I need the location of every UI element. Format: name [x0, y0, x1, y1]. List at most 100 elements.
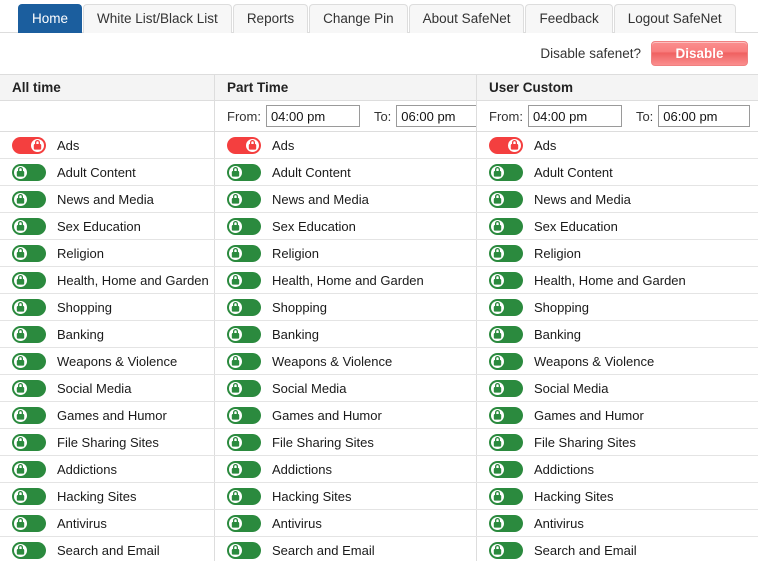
toggle-sex-education-col3[interactable] — [489, 217, 523, 235]
toggle-banking-col1[interactable] — [12, 325, 46, 343]
toggle-social-media-col1[interactable] — [12, 379, 46, 397]
toggle-hacking-sites-col1[interactable] — [12, 487, 46, 505]
category-cell: Health, Home and Garden — [215, 267, 477, 293]
lock-closed-icon — [13, 326, 28, 342]
category-cell: Antivirus — [215, 510, 477, 536]
toggle-health-home-and-garden-col3[interactable] — [489, 271, 523, 289]
category-cell: Games and Humor — [215, 402, 477, 428]
lock-closed-icon — [490, 191, 505, 207]
category-label: Adult Content — [534, 164, 613, 180]
toggle-health-home-and-garden-col2[interactable] — [227, 271, 261, 289]
lock-closed-icon — [490, 515, 505, 531]
category-label: Addictions — [272, 461, 332, 477]
category-label: Search and Email — [272, 542, 375, 558]
tab-change-pin[interactable]: Change Pin — [309, 4, 408, 33]
category-cell: Health, Home and Garden — [0, 267, 215, 293]
toggle-weapons-violence-col2[interactable] — [227, 352, 261, 370]
category-label: Games and Humor — [272, 407, 382, 423]
toggle-news-and-media-col2[interactable] — [227, 190, 261, 208]
tab-home[interactable]: Home — [18, 4, 83, 33]
category-cell: Social Media — [477, 375, 758, 401]
toggle-religion-col3[interactable] — [489, 244, 523, 262]
toggle-shopping-col1[interactable] — [12, 298, 46, 316]
table-row: Banking Banking Banking — [0, 321, 758, 348]
toggle-file-sharing-sites-col1[interactable] — [12, 433, 46, 451]
category-cell: News and Media — [215, 186, 477, 212]
toggle-addictions-col1[interactable] — [12, 460, 46, 478]
table-row: Addictions Addictions Addictions — [0, 456, 758, 483]
toggle-religion-col2[interactable] — [227, 244, 261, 262]
toggle-weapons-violence-col3[interactable] — [489, 352, 523, 370]
toggle-search-and-email-col3[interactable] — [489, 541, 523, 559]
lock-closed-icon — [490, 299, 505, 315]
lock-closed-icon — [490, 164, 505, 180]
toggle-hacking-sites-col3[interactable] — [489, 487, 523, 505]
toggle-addictions-col3[interactable] — [489, 460, 523, 478]
toggle-antivirus-col1[interactable] — [12, 514, 46, 532]
table-row: Hacking Sites Hacking Sites Hacking Sites — [0, 483, 758, 510]
column-header-2: Part Time — [215, 75, 477, 100]
tab-white-list-black-list[interactable]: White List/Black List — [83, 4, 232, 33]
category-label: Religion — [272, 245, 319, 261]
toggle-ads-col3[interactable] — [489, 136, 523, 154]
category-cell: File Sharing Sites — [0, 429, 215, 455]
category-cell: Adult Content — [477, 159, 758, 185]
toggle-weapons-violence-col1[interactable] — [12, 352, 46, 370]
toggle-search-and-email-col2[interactable] — [227, 541, 261, 559]
lock-closed-icon — [228, 515, 243, 531]
tab-logout-safenet[interactable]: Logout SafeNet — [613, 4, 736, 33]
disable-button[interactable]: Disable — [651, 41, 748, 66]
from-time-input-3[interactable] — [527, 105, 622, 127]
toggle-games-and-humor-col3[interactable] — [489, 406, 523, 424]
time-range-row: From: To: From: To: — [0, 101, 758, 132]
lock-closed-icon — [490, 488, 505, 504]
toggle-file-sharing-sites-col3[interactable] — [489, 433, 523, 451]
toggle-antivirus-col3[interactable] — [489, 514, 523, 532]
toggle-games-and-humor-col1[interactable] — [12, 406, 46, 424]
toggle-adult-content-col1[interactable] — [12, 163, 46, 181]
toggle-banking-col3[interactable] — [489, 325, 523, 343]
tab-reports[interactable]: Reports — [232, 4, 309, 33]
to-time-input-3[interactable] — [658, 105, 751, 127]
to-time-input-2[interactable] — [396, 105, 476, 127]
category-label: Weapons & Violence — [57, 353, 178, 369]
toggle-social-media-col2[interactable] — [227, 379, 261, 397]
toggle-adult-content-col3[interactable] — [489, 163, 523, 181]
category-grid: All timePart TimeUser CustomFrom:To:From… — [0, 74, 758, 561]
category-label: Shopping — [57, 299, 112, 315]
category-cell: Weapons & Violence — [215, 348, 477, 374]
category-label: File Sharing Sites — [272, 434, 374, 450]
to-label-2: To: — [373, 108, 392, 124]
toggle-search-and-email-col1[interactable] — [12, 541, 46, 559]
category-cell: Antivirus — [0, 510, 215, 536]
toggle-hacking-sites-col2[interactable] — [227, 487, 261, 505]
lock-closed-icon — [13, 191, 28, 207]
toggle-news-and-media-col3[interactable] — [489, 190, 523, 208]
toggle-religion-col1[interactable] — [12, 244, 46, 262]
category-label: Social Media — [534, 380, 609, 396]
toggle-social-media-col3[interactable] — [489, 379, 523, 397]
from-time-input-2[interactable] — [265, 105, 360, 127]
toggle-ads-col2[interactable] — [227, 136, 261, 154]
toggle-shopping-col2[interactable] — [227, 298, 261, 316]
tab-feedback[interactable]: Feedback — [525, 4, 613, 33]
category-cell: Games and Humor — [0, 402, 215, 428]
lock-closed-icon — [13, 245, 28, 261]
toggle-health-home-and-garden-col1[interactable] — [12, 271, 46, 289]
toggle-sex-education-col2[interactable] — [227, 217, 261, 235]
toggle-shopping-col3[interactable] — [489, 298, 523, 316]
disable-safenet-bar: Disable safenet? Disable — [0, 33, 758, 74]
toggle-antivirus-col2[interactable] — [227, 514, 261, 532]
toggle-file-sharing-sites-col2[interactable] — [227, 433, 261, 451]
tab-bar: Home White List/Black List Reports Change P… — [0, 0, 758, 33]
category-cell: Religion — [477, 240, 758, 266]
tab-about-safenet[interactable]: About SafeNet — [408, 4, 525, 33]
toggle-banking-col2[interactable] — [227, 325, 261, 343]
category-cell: Ads — [0, 132, 215, 158]
toggle-ads-col1[interactable] — [12, 136, 46, 154]
toggle-sex-education-col1[interactable] — [12, 217, 46, 235]
toggle-games-and-humor-col2[interactable] — [227, 406, 261, 424]
toggle-adult-content-col2[interactable] — [227, 163, 261, 181]
toggle-news-and-media-col1[interactable] — [12, 190, 46, 208]
toggle-addictions-col2[interactable] — [227, 460, 261, 478]
